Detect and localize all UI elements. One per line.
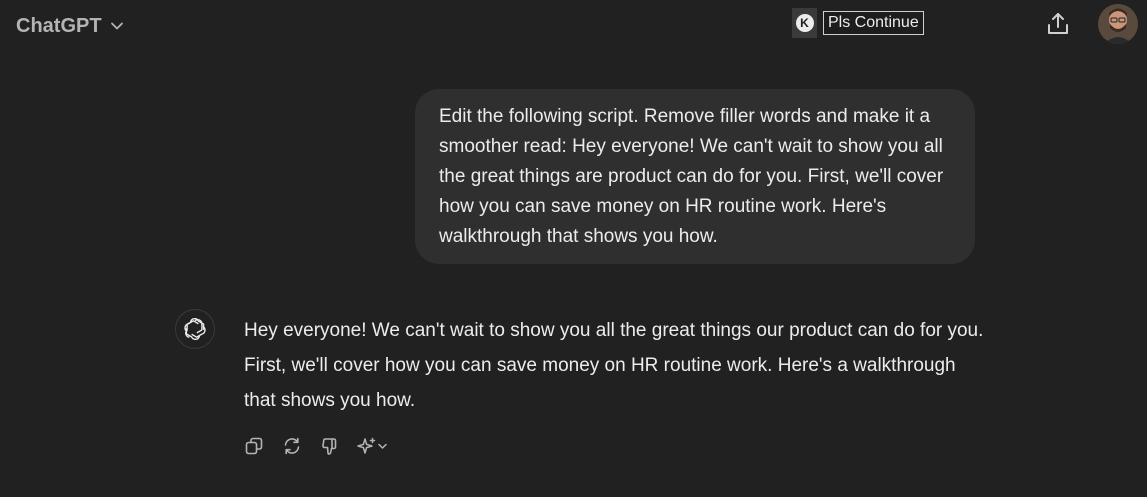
chevron-down-icon [110,19,124,33]
regenerate-icon[interactable] [280,434,304,458]
model-name: ChatGPT [16,14,102,37]
model-selector[interactable]: ChatGPT [16,10,124,42]
sparkle-model-icon[interactable] [356,434,390,458]
user-message-bubble: Edit the following script. Remove filler… [415,89,975,264]
thumbs-down-icon[interactable] [318,434,342,458]
assistant-message-text: Hey everyone! We can't wait to show you … [244,320,984,411]
message-actions [242,434,390,458]
extension-letter: K [795,14,814,32]
share-icon[interactable] [1044,10,1072,38]
user-message-text: Edit the following script. Remove filler… [439,106,944,247]
openai-logo-icon [175,309,215,349]
copy-icon[interactable] [242,434,266,458]
pls-continue-button[interactable]: Pls Continue [823,11,924,35]
user-avatar[interactable] [1098,4,1138,44]
extension-toolbar: K Pls Continue [792,8,924,38]
extension-k-icon[interactable]: K [792,8,817,38]
chat-page: ChatGPT K Pls Continue Edit the followin… [0,0,1147,497]
